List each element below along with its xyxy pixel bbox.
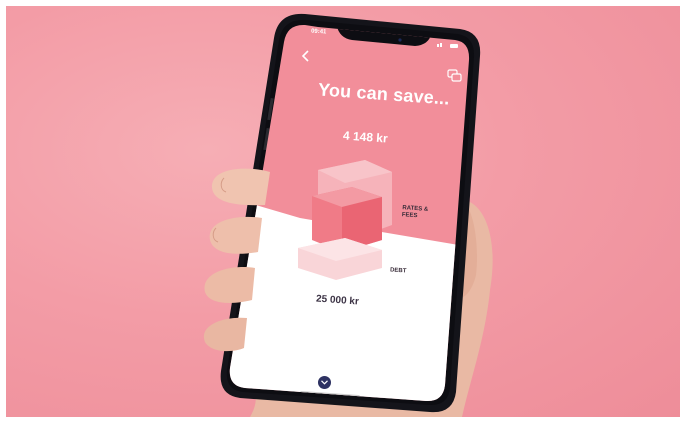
photo-background: 09:41 You can save... 4 148 kr RATES & F… [6,6,680,417]
status-time: 09:41 [310,28,327,36]
back-chevron-icon[interactable] [301,50,310,62]
scroll-down-button[interactable] [318,376,331,389]
chat-bubbles-icon[interactable] [447,68,463,84]
fingers [203,168,270,352]
debt-label: DEBT [389,267,407,275]
chevron-down-icon [321,380,328,385]
savings-amount: 4 148 kr [342,128,389,146]
rates-fees-label: RATES & FEES [402,205,429,221]
